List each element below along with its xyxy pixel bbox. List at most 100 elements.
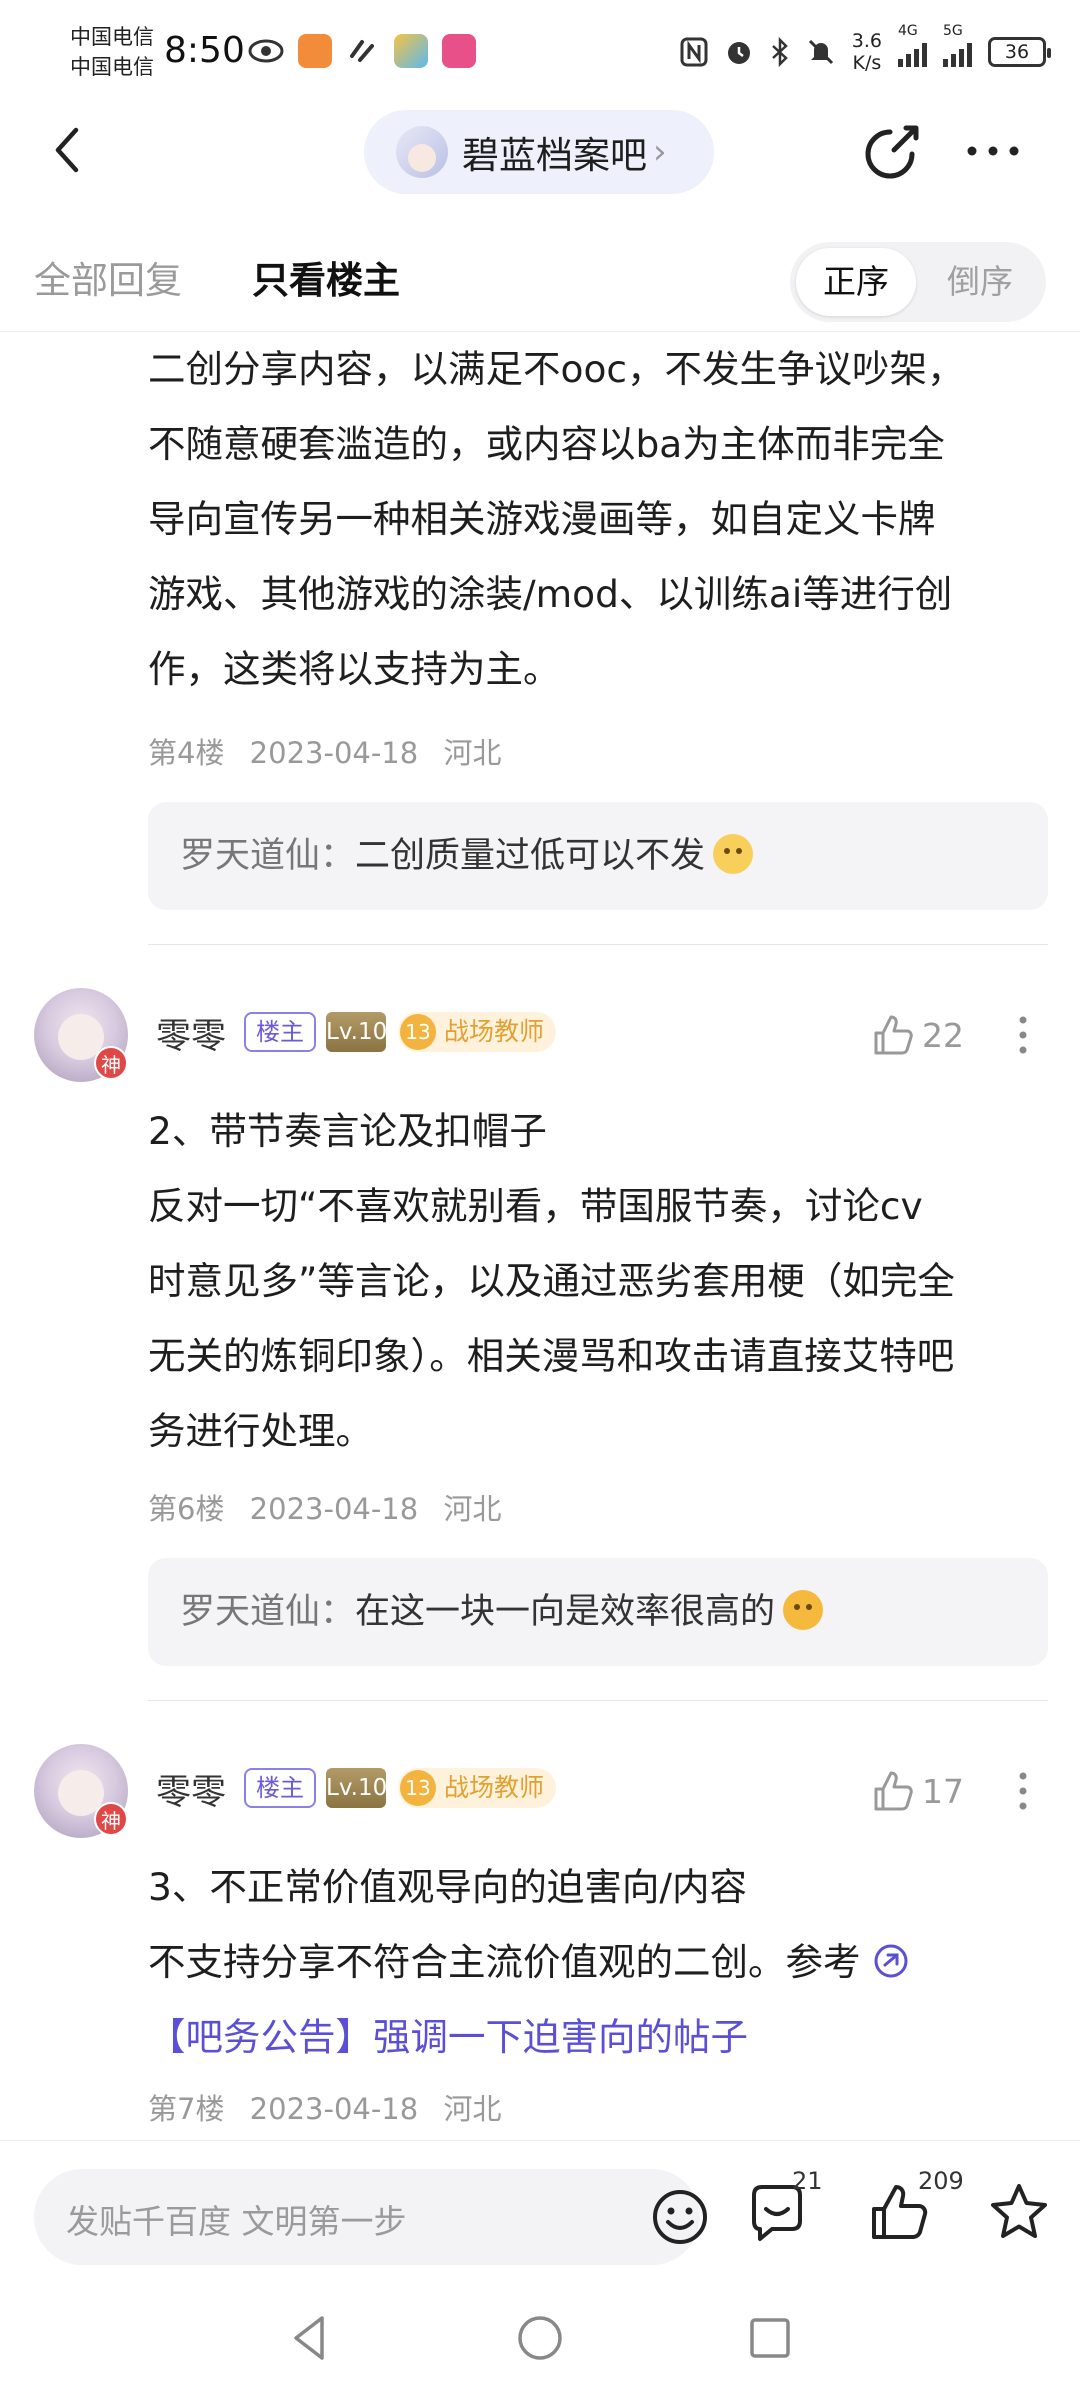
post-body: 二创分享内容，以满足不ooc，不发生争议吵架， 不随意硬套滥造的，或内容以ba为… [148,332,1048,707]
signal-bars-icon [943,39,972,67]
thumbs-up-icon [874,1015,913,1055]
post-location: 河北 [443,736,502,770]
carrier-2: 中国电信 [70,55,154,79]
rank-title: 战场教师 [444,1773,545,1802]
post-line: 游戏、其他游戏的涂装/mod、以训练ai等进行创 [148,572,953,616]
reply-placeholder: 发贴千百度 文明第一步 [66,2202,407,2241]
sort-toggle: 正序 倒序 [790,242,1046,322]
op-badge: 楼主 [244,1768,316,1808]
sort-ascending-button[interactable]: 正序 [796,248,916,316]
sub-reply-text: 在这一块一向是效率很高的 [355,1592,776,1632]
bluetooth-icon [771,37,788,67]
clock: 8:50 [164,30,245,71]
post-line: 导向宣传另一种相关游戏漫画等，如自定义卡牌 [148,497,936,541]
vertical-dots-icon [1019,1772,1027,1810]
avatar[interactable]: 神 [34,1744,128,1838]
post-line: 3、不正常价值观导向的迫害向/内容 [148,1865,747,1909]
like-count: 22 [922,1015,964,1055]
like-total: 209 [918,2167,964,2195]
carrier-1: 中国电信 [70,25,154,49]
more-button[interactable] [958,120,1028,182]
battery-indicator: 36 [988,37,1051,67]
app-notification-icon [442,34,476,68]
op-badge: 楼主 [244,1012,316,1052]
divider [148,944,1048,945]
share-icon [865,125,919,179]
chevron-left-icon [55,127,79,173]
post-header: 神 零零 楼主 Lv.10 13 战场教师 17 [0,1744,1080,1844]
app-link-icon [350,40,374,62]
username[interactable]: 零零 [156,1008,226,1059]
username[interactable]: 零零 [156,1764,226,1815]
share-button[interactable] [862,120,924,182]
reply-input[interactable]: 发贴千百度 文明第一步 [34,2169,707,2265]
forum-entry-button[interactable]: 碧蓝档案吧 › [364,110,714,194]
post-line: 务进行处理。 [148,1409,373,1453]
sort-descending-button[interactable]: 倒序 [920,248,1040,316]
emoji-icon [713,834,754,874]
nav-home-button[interactable] [512,2310,568,2366]
post-meta: 第4楼 2023-04-18 河北 [148,730,517,772]
more-dots-icon [967,146,1019,156]
post-date: 2023-04-18 [249,1492,419,1526]
thread-link[interactable]: 【吧务公告】强调一下迫害向的帖子 [148,2000,1048,2075]
emoji-button[interactable] [650,2187,710,2247]
star-icon [991,2184,1047,2238]
favorite-button[interactable] [988,2181,1050,2243]
signal-1: 4G [898,23,927,71]
nav-back-button[interactable] [282,2310,338,2366]
notification-icons [248,34,476,68]
back-button[interactable] [40,120,100,180]
chevron-right-icon: › [653,132,667,172]
like-button[interactable]: 22 [870,1008,964,1062]
rank-badge: 13 战场教师 [398,1768,557,1808]
signal-bars-icon [898,39,927,67]
nav-recents-button[interactable] [742,2310,798,2366]
sub-reply-user[interactable]: 罗天道仙： [180,836,355,876]
forum-avatar [396,126,448,178]
post-more-button[interactable] [1008,1008,1038,1062]
post-line: 时意见多”等言论，以及通过恶劣套用梗（如完全 [148,1259,955,1303]
top-nav-bar: 碧蓝档案吧 › [0,100,1080,200]
comment-count: 21 [792,2167,823,2195]
thumbs-up-icon [874,1771,913,1811]
post-more-button[interactable] [1008,1764,1038,1818]
sub-reply[interactable]: 罗天道仙：二创质量过低可以不发 [148,802,1048,910]
rank-number: 13 [400,1014,436,1050]
post-line: 作，这类将以支持为主。 [148,647,561,691]
signal-2: 5G [943,23,972,71]
level-badge: Lv.10 [326,1768,387,1808]
status-bar: 中国电信 中国电信 8:50 3.6 K/s 4G 5G 36 [0,0,1080,100]
square-recents-icon [750,2318,790,2358]
network-type-1: 4G [898,23,918,39]
eye-icon [248,39,284,63]
avatar[interactable]: 神 [34,988,128,1082]
net-speed: 3.6 K/s [851,30,882,74]
system-nav-bar [0,2280,1080,2400]
reply-filter-bar: 全部回复 只看楼主 正序 倒序 [0,200,1080,332]
post-line: 不随意硬套滥造的，或内容以ba为主体而非完全 [148,422,945,466]
network-type-2: 5G [943,23,963,39]
tab-only-op[interactable]: 只看楼主 [252,250,400,304]
post-line: 反对一切“不喜欢就别看，带国服节奏，讨论cv [148,1184,923,1228]
god-badge: 神 [94,1046,128,1080]
forum-name: 碧蓝档案吧 [462,134,647,177]
post-meta: 第7楼 2023-04-18 河北 [148,2086,517,2128]
nfc-icon [680,37,708,67]
reply-list: 二创分享内容，以满足不ooc，不发生争议吵架， 不随意硬套滥造的，或内容以ba为… [0,332,1080,2140]
rank-badge: 13 战场教师 [398,1012,557,1052]
sub-reply[interactable]: 罗天道仙：在这一块一向是效率很高的 [148,1558,1048,1666]
system-indicators: 3.6 K/s 4G 5G 36 [680,23,1051,74]
like-count: 17 [922,1771,964,1811]
smiley-icon [653,2190,707,2244]
link-icon [874,1944,907,1978]
circle-home-icon [518,2316,562,2360]
tab-all-replies[interactable]: 全部回复 [34,250,182,304]
like-button[interactable]: 17 [870,1764,964,1818]
sub-reply-user[interactable]: 罗天道仙： [180,1592,355,1632]
rank-number: 13 [400,1770,436,1806]
post-body: 3、不正常价值观导向的迫害向/内容 不支持分享不符合主流价值观的二创。参考 【吧… [148,1850,1048,2075]
carrier-labels: 中国电信 中国电信 [70,22,154,82]
level-badge: Lv.10 [326,1012,387,1052]
floor-number: 第4楼 [148,736,225,770]
